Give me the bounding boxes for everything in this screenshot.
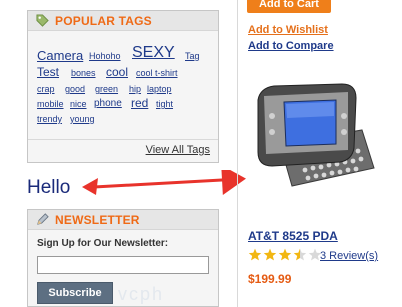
popular-tags-header: POPULAR TAGS	[28, 11, 218, 31]
tag-link[interactable]: cool	[106, 66, 128, 78]
tag-link[interactable]: trendy	[37, 115, 62, 124]
tag-link[interactable]: Test	[37, 66, 59, 78]
tag-link[interactable]: Tag	[185, 52, 200, 61]
reviews-link[interactable]: 3 Review(s)	[320, 250, 378, 262]
newsletter-label: Sign Up for Our Newsletter:	[37, 238, 169, 249]
product-name-link[interactable]: AT&T 8525 PDA	[248, 229, 338, 243]
tag-link[interactable]: good	[65, 85, 85, 94]
tag-link[interactable]: young	[70, 115, 95, 124]
rating-stars	[248, 248, 322, 261]
add-to-cart-button[interactable]: Add to Cart	[247, 0, 331, 13]
product-image-pda-phone[interactable]	[250, 82, 378, 202]
newsletter-title: NEWSLETTER	[55, 212, 140, 227]
red-arrow-annotation	[82, 170, 246, 195]
tag-link[interactable]: hip	[129, 85, 141, 94]
column-divider	[237, 0, 238, 307]
tag-link[interactable]: crap	[37, 85, 55, 94]
tag-link[interactable]: cool t-shirt	[136, 69, 178, 78]
tag-link[interactable]: Hohoho	[89, 52, 121, 61]
popular-tags-block: POPULAR TAGS Camera Hohoho SEXY Tag Test…	[27, 10, 219, 163]
star-icon	[248, 248, 262, 261]
tag-link[interactable]: laptop	[147, 85, 172, 94]
newsletter-header: NEWSLETTER	[28, 210, 218, 230]
newsletter-email-input[interactable]	[37, 256, 209, 274]
tag-link[interactable]: green	[95, 85, 118, 94]
tag-icon	[36, 14, 49, 27]
view-all-tags-link[interactable]: View All Tags	[146, 144, 210, 156]
star-icon	[263, 248, 277, 261]
add-to-wishlist-link[interactable]: Add to Wishlist	[248, 24, 328, 36]
product-price: $199.99	[248, 272, 292, 286]
tag-link[interactable]: tight	[156, 100, 173, 109]
star-icon	[278, 248, 292, 261]
view-all-divider	[28, 139, 218, 140]
tag-link[interactable]: SEXY	[132, 45, 175, 61]
tag-link[interactable]: Camera	[37, 49, 83, 62]
add-to-compare-link[interactable]: Add to Compare	[248, 40, 334, 52]
tag-link[interactable]: red	[131, 97, 148, 109]
watermark-text: vcph	[118, 284, 165, 304]
subscribe-button[interactable]: Subscribe	[37, 282, 113, 304]
tag-link[interactable]: nice	[70, 100, 87, 109]
tag-link[interactable]: phone	[94, 99, 122, 109]
hello-annotation-text: Hello	[27, 177, 71, 198]
popular-tags-title: POPULAR TAGS	[55, 13, 152, 28]
tag-link[interactable]: mobile	[37, 100, 64, 109]
tag-link[interactable]: bones	[71, 69, 96, 78]
pencil-icon	[37, 213, 49, 225]
tag-cloud: Camera Hohoho SEXY Tag Test bones cool c…	[28, 31, 218, 151]
half-star-icon	[293, 248, 307, 261]
